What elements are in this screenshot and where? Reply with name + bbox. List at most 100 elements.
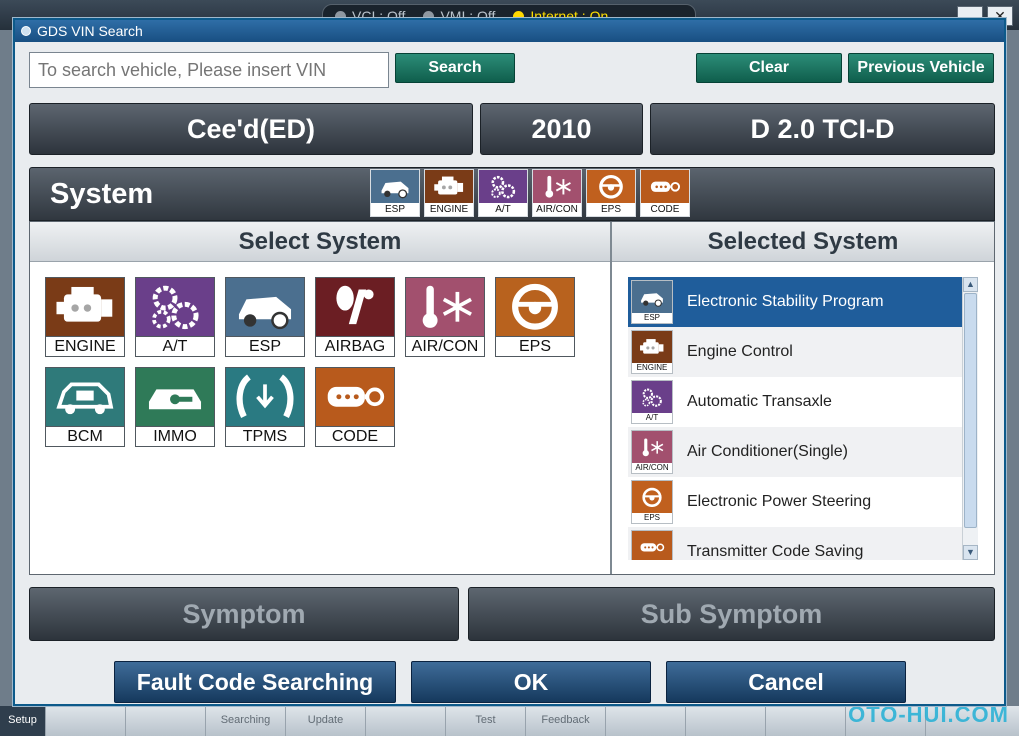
- quick-icon-label: ENGINE: [425, 203, 473, 216]
- system-tile-immo[interactable]: IMMO: [135, 367, 215, 447]
- airbag-icon: [316, 278, 394, 336]
- system-quick-icon-eps[interactable]: EPS: [586, 169, 636, 217]
- bottom-bar-cell[interactable]: [46, 706, 126, 736]
- sub-symptom-bar[interactable]: Sub Symptom: [468, 587, 995, 641]
- system-title: System: [50, 178, 154, 210]
- quick-icon-label: CODE: [641, 203, 689, 216]
- system-quick-icon-esp[interactable]: ESP: [370, 169, 420, 217]
- esp-icon: [371, 170, 419, 203]
- engine-icon: [425, 170, 473, 203]
- selected-system-list: ESP Electronic Stability Program ENGINE Eng…: [628, 277, 962, 560]
- dialog-titlebar: GDS VIN Search: [15, 20, 1004, 42]
- aircon-icon: [533, 170, 581, 203]
- system-quick-icon-aircon[interactable]: AIR/CON: [532, 169, 582, 217]
- bottom-bar-cell[interactable]: Feedback: [526, 706, 606, 736]
- quick-icon-label: EPS: [587, 203, 635, 216]
- system-tile-esp[interactable]: ESP: [225, 277, 305, 357]
- setup-button[interactable]: Setup: [0, 706, 46, 736]
- dialog-title: GDS VIN Search: [37, 23, 143, 39]
- code-icon: [631, 530, 673, 560]
- eps-icon: [496, 278, 574, 336]
- tile-label: TPMS: [226, 426, 304, 446]
- bottom-bar-cell[interactable]: Update: [286, 706, 366, 736]
- tile-label: BCM: [46, 426, 124, 446]
- bottom-bar-cell[interactable]: Test: [446, 706, 526, 736]
- tile-label: A/T: [136, 336, 214, 356]
- engine-icon: ENGINE: [631, 330, 673, 374]
- aircon-icon: [406, 278, 484, 336]
- at-icon: A/T: [631, 380, 673, 424]
- selected-system-item[interactable]: EPS Electronic Power Steering: [628, 477, 962, 527]
- system-quick-icon-engine[interactable]: ENGINE: [424, 169, 474, 217]
- system-quick-icon-code[interactable]: CODE: [640, 169, 690, 217]
- aircon-icon: AIR/CON: [631, 430, 673, 474]
- fault-code-searching-button[interactable]: Fault Code Searching: [114, 661, 396, 703]
- selected-system-label: Electronic Stability Program: [687, 293, 884, 310]
- selected-system-item[interactable]: ESP Electronic Stability Program: [628, 277, 962, 327]
- selected-system-label: Transmitter Code Saving: [687, 543, 864, 560]
- tile-label: CODE: [316, 426, 394, 446]
- tile-label: EPS: [496, 336, 574, 356]
- code-icon: [641, 170, 689, 203]
- bottom-bar-cell[interactable]: [126, 706, 206, 736]
- previous-vehicle-button[interactable]: Previous Vehicle: [848, 53, 994, 83]
- tile-label: ESP: [226, 336, 304, 356]
- selected-system-header: Selected System: [612, 222, 994, 262]
- search-button[interactable]: Search: [395, 53, 515, 83]
- app-icon: [21, 26, 31, 36]
- system-quick-icons: ESP ENGINE A/T AIR/CON EPS CODE: [370, 169, 690, 217]
- system-tile-aircon[interactable]: AIR/CON: [405, 277, 485, 357]
- at-icon: [136, 278, 214, 336]
- bottom-bar-cell[interactable]: [366, 706, 446, 736]
- ok-button[interactable]: OK: [411, 661, 651, 703]
- vin-search-dialog: GDS VIN Search Search Clear Previous Veh…: [13, 18, 1006, 706]
- cancel-button[interactable]: Cancel: [666, 661, 906, 703]
- tile-label: AIRBAG: [316, 336, 394, 356]
- eps-icon: EPS: [631, 480, 673, 524]
- system-quick-icon-at[interactable]: A/T: [478, 169, 528, 217]
- selected-system-item[interactable]: ENGINE Engine Control: [628, 327, 962, 377]
- esp-icon: [226, 278, 304, 336]
- list-scrollbar[interactable]: ▲ ▼: [962, 277, 978, 560]
- tpms-icon: [226, 368, 304, 426]
- clear-button[interactable]: Clear: [696, 53, 842, 83]
- system-tile-engine[interactable]: ENGINE: [45, 277, 125, 357]
- selected-system-label: Electronic Power Steering: [687, 493, 872, 510]
- at-icon: [479, 170, 527, 203]
- select-system-header: Select System: [30, 222, 610, 262]
- bottom-bar-cell[interactable]: [766, 706, 846, 736]
- selected-system-item[interactable]: Transmitter Code Saving: [628, 527, 962, 560]
- bottom-bar-cell[interactable]: [686, 706, 766, 736]
- selected-system-label: Automatic Transaxle: [687, 393, 832, 410]
- symptom-bar[interactable]: Symptom: [29, 587, 459, 641]
- code-icon: [316, 368, 394, 426]
- bcm-icon: [46, 368, 124, 426]
- vehicle-engine[interactable]: D 2.0 TCI-D: [650, 103, 995, 155]
- selected-system-label: Engine Control: [687, 343, 793, 360]
- quick-icon-label: A/T: [479, 203, 527, 216]
- system-tile-tpms[interactable]: TPMS: [225, 367, 305, 447]
- system-tile-code[interactable]: CODE: [315, 367, 395, 447]
- selected-system-item[interactable]: A/T Automatic Transaxle: [628, 377, 962, 427]
- scroll-up-icon[interactable]: ▲: [963, 277, 978, 292]
- immo-icon: [136, 368, 214, 426]
- system-header: System ESP ENGINE A/T AIR/CON EPS CODE: [29, 167, 995, 221]
- selected-system-item[interactable]: AIR/CON Air Conditioner(Single): [628, 427, 962, 477]
- scroll-thumb[interactable]: [964, 293, 977, 528]
- selected-system-label: Air Conditioner(Single): [687, 443, 848, 460]
- vehicle-year[interactable]: 2010: [480, 103, 643, 155]
- esp-icon: ESP: [631, 280, 673, 324]
- tile-label: IMMO: [136, 426, 214, 446]
- system-tile-bcm[interactable]: BCM: [45, 367, 125, 447]
- bottom-bar-cell[interactable]: [606, 706, 686, 736]
- eps-icon: [587, 170, 635, 203]
- system-tile-eps[interactable]: EPS: [495, 277, 575, 357]
- bottom-bar-cell[interactable]: Searching: [206, 706, 286, 736]
- quick-icon-label: ESP: [371, 203, 419, 216]
- system-tile-airbag[interactable]: AIRBAG: [315, 277, 395, 357]
- vin-input[interactable]: [29, 52, 389, 88]
- scroll-down-icon[interactable]: ▼: [963, 545, 978, 560]
- engine-icon: [46, 278, 124, 336]
- system-tile-at[interactable]: A/T: [135, 277, 215, 357]
- vehicle-model[interactable]: Cee'd(ED): [29, 103, 473, 155]
